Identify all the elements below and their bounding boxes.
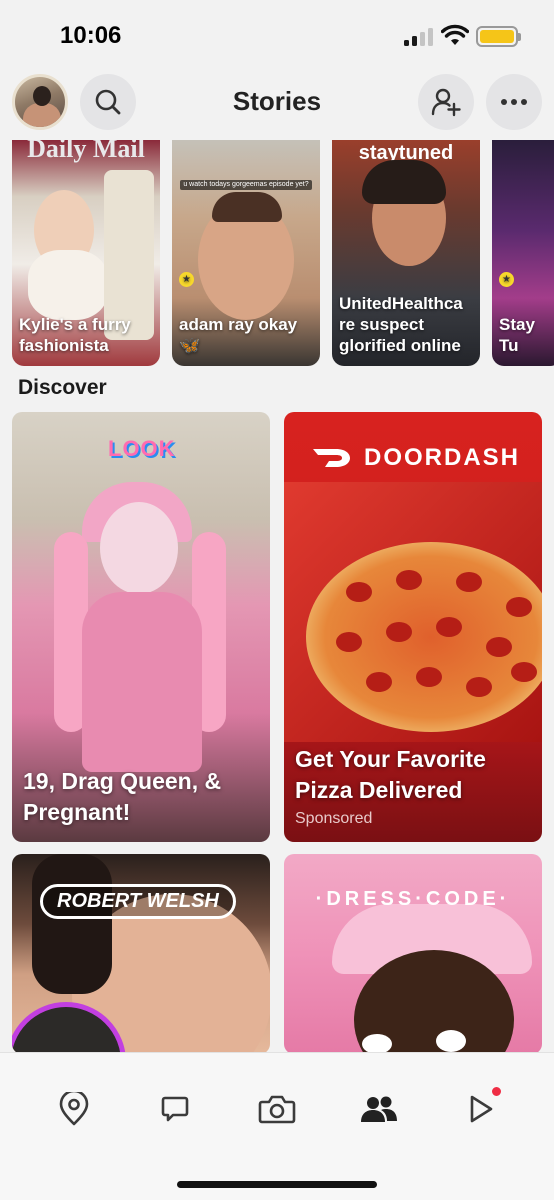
search-button[interactable]: [80, 74, 136, 130]
spotlight-icon: [470, 1095, 493, 1123]
section-title-discover: Discover: [18, 376, 107, 399]
add-friend-icon: [431, 88, 461, 117]
tile-thumbnail: [306, 542, 542, 732]
story-title: ★ Stay Tu: [499, 272, 535, 355]
discover-tile[interactable]: LOOK 19, Drag Queen, & Pregnant!: [12, 412, 270, 842]
channel-logo: ROBERT WELSH: [40, 884, 236, 919]
bottom-nav: [0, 1052, 554, 1200]
nav-chat-button[interactable]: [155, 1089, 195, 1129]
star-badge-icon: ★: [499, 272, 514, 287]
chat-icon: [161, 1096, 189, 1122]
nav-stories-button[interactable]: [359, 1089, 399, 1129]
story-card[interactable]: ★ Stay Tu: [492, 140, 554, 366]
map-pin-icon: [59, 1092, 89, 1126]
sponsored-label: Sponsored: [295, 810, 373, 827]
discover-tile[interactable]: ROBERT WELSH: [12, 854, 270, 1054]
discover-tile[interactable]: ·DRESS·CODE·: [284, 854, 542, 1054]
story-publisher-logo: Daily Mail: [27, 140, 145, 163]
channel-logo: LOOK: [108, 436, 176, 461]
nav-map-button[interactable]: [54, 1089, 94, 1129]
battery-icon: [476, 26, 521, 47]
home-indicator: [177, 1181, 377, 1188]
header: Stories: [0, 72, 554, 134]
status-bar: 10:06: [0, 0, 554, 70]
add-friend-button[interactable]: [418, 74, 474, 130]
nav-camera-button[interactable]: [257, 1089, 297, 1129]
search-icon: [95, 89, 121, 115]
more-button[interactable]: [486, 74, 542, 130]
doordash-icon: [313, 449, 350, 467]
status-time: 10:06: [60, 22, 122, 49]
story-title: Kylie's a furry fashionista: [19, 315, 131, 355]
story-card[interactable]: Daily Mail Kylie's a furry fashionista: [12, 140, 160, 366]
star-badge-icon: ★: [179, 272, 194, 287]
wifi-icon: [441, 24, 469, 45]
more-icon: [501, 99, 527, 105]
story-card[interactable]: u watch todays gorgeemas episode yet? ★ …: [172, 140, 320, 366]
profile-avatar-button[interactable]: [12, 74, 68, 130]
cellular-signal-icon: [404, 28, 434, 46]
friends-icon: [361, 1096, 397, 1122]
nav-spotlight-button[interactable]: [461, 1085, 503, 1129]
tile-title: Get Your Favorite Pizza Delivered: [295, 746, 486, 803]
story-title: UnitedHealthca re suspect glorified onli…: [339, 294, 463, 355]
stories-row: Daily Mail Kylie's a furry fashionista u…: [0, 140, 554, 366]
channel-logo: ·DRESS·CODE·: [315, 888, 511, 910]
tile-title: 19, Drag Queen, & Pregnant!: [23, 768, 222, 825]
story-title: ★ adam ray okay 🦋: [179, 272, 298, 355]
camera-icon: [258, 1095, 296, 1124]
discover-tile[interactable]: DOORDASH Get Your Favorite Pizza Deliver…: [284, 412, 542, 842]
story-card[interactable]: staytuned UnitedHealthca re suspect glor…: [332, 140, 480, 366]
advertiser-logo: DOORDASH: [312, 444, 520, 472]
notification-dot: [490, 1085, 503, 1098]
story-caption: u watch todays gorgeemas episode yet?: [180, 180, 312, 190]
